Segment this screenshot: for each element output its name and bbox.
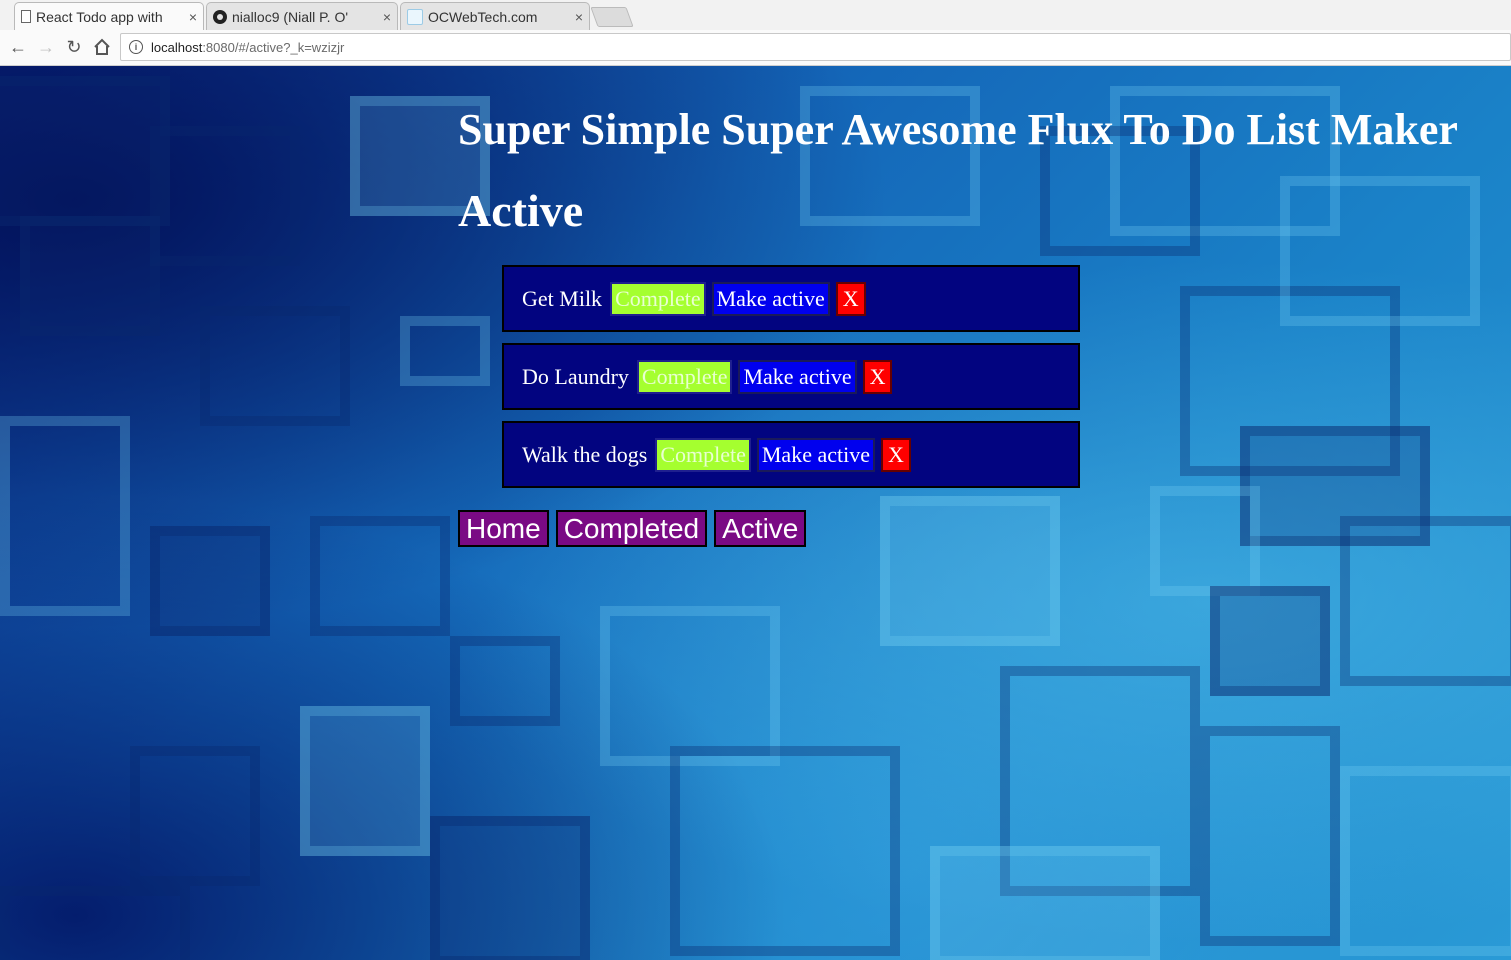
reload-button[interactable]: ↻ xyxy=(63,36,85,58)
back-button[interactable]: ← xyxy=(7,36,29,58)
filter-nav: Home Completed Active xyxy=(458,510,813,547)
forward-button[interactable]: → xyxy=(35,36,57,58)
make-active-button[interactable]: Make active xyxy=(738,359,857,394)
browser-tab-react-todo[interactable]: React Todo app with × xyxy=(14,2,204,30)
browser-tab-ocwebtech[interactable]: OCWebTech.com × xyxy=(400,2,590,30)
nav-link-completed[interactable]: Completed xyxy=(555,510,708,547)
complete-button[interactable]: Complete xyxy=(610,281,706,316)
url-host: localhost xyxy=(151,39,203,55)
make-active-button[interactable]: Make active xyxy=(756,437,875,472)
todo-text: Get Milk xyxy=(522,285,603,311)
tab-label: React Todo app with xyxy=(36,8,163,25)
info-icon[interactable]: i xyxy=(129,40,143,54)
close-icon[interactable]: × xyxy=(383,9,391,25)
close-icon[interactable]: × xyxy=(189,9,197,25)
delete-button[interactable]: X xyxy=(862,359,893,394)
delete-button[interactable]: X xyxy=(835,281,866,316)
close-icon[interactable]: × xyxy=(575,9,583,25)
ocwebtech-icon xyxy=(407,8,423,25)
nav-link-home[interactable]: Home xyxy=(458,510,549,547)
todo-text: Walk the dogs xyxy=(522,441,648,467)
arrow-right-icon: → xyxy=(37,36,55,57)
complete-button[interactable]: Complete xyxy=(636,359,733,394)
delete-button[interactable]: X xyxy=(880,437,911,472)
github-icon xyxy=(213,9,227,24)
home-button[interactable] xyxy=(91,36,113,58)
browser-tab-github[interactable]: nialloc9 (Niall P. O' × xyxy=(206,2,398,30)
todo-list: Get Milk Complete Make active X Do Laund… xyxy=(502,265,1080,499)
view-title: Active xyxy=(458,185,584,236)
tab-label: nialloc9 (Niall P. O' xyxy=(232,8,349,25)
todo-text: Do Laundry xyxy=(522,363,629,389)
address-bar[interactable]: i localhost:8080/#/active?_k=wzizjr xyxy=(120,33,1511,61)
todo-item: Walk the dogs Complete Make active X xyxy=(502,421,1080,488)
browser-tab-strip: React Todo app with × nialloc9 (Niall P.… xyxy=(0,0,1511,30)
home-icon xyxy=(94,38,110,55)
complete-button[interactable]: Complete xyxy=(655,437,751,472)
todo-item: Do Laundry Complete Make active X xyxy=(502,343,1080,410)
app-title: Super Simple Super Awesome Flux To Do Li… xyxy=(458,105,1458,154)
arrow-left-icon: ← xyxy=(9,36,27,57)
document-icon xyxy=(21,10,31,23)
nav-link-active[interactable]: Active xyxy=(714,510,807,547)
page-viewport: Super Simple Super Awesome Flux To Do Li… xyxy=(0,66,1511,960)
url-path: :8080/#/active?_k=wzizjr xyxy=(202,39,345,55)
browser-toolbar: ← → ↻ i localhost:8080/#/active?_k=wzizj… xyxy=(0,30,1511,66)
reload-icon: ↻ xyxy=(66,36,82,57)
new-tab-button[interactable] xyxy=(590,7,634,27)
url-text: localhost:8080/#/active?_k=wzizjr xyxy=(151,40,344,55)
todo-item: Get Milk Complete Make active X xyxy=(502,265,1080,332)
make-active-button[interactable]: Make active xyxy=(711,281,830,316)
tab-label: OCWebTech.com xyxy=(428,8,538,25)
